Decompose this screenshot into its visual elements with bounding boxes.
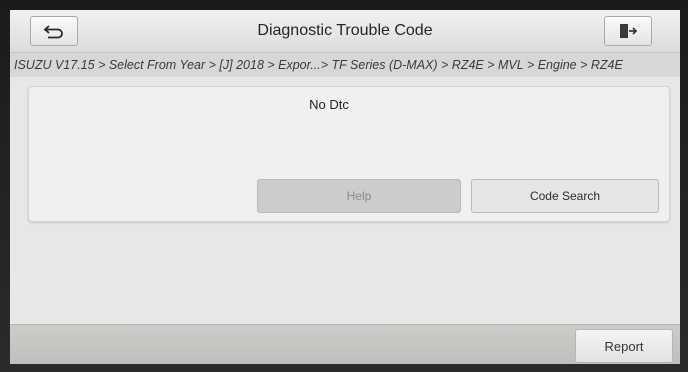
screen: Diagnostic Trouble Code ISUZU V17.15 > S… (10, 10, 680, 364)
breadcrumb: ISUZU V17.15 > Select From Year > [J] 20… (10, 53, 680, 77)
back-button[interactable] (30, 16, 78, 46)
exit-door-icon (620, 24, 638, 38)
dtc-panel: No Dtc Help Code Search (28, 86, 670, 222)
page-title: Diagnostic Trouble Code (257, 22, 433, 39)
help-button[interactable]: Help (257, 179, 461, 213)
dtc-status-message: No Dtc (309, 97, 349, 112)
report-button[interactable]: Report (575, 329, 673, 363)
bottom-bar: Report (10, 324, 680, 364)
code-search-button[interactable]: Code Search (471, 179, 659, 213)
exit-button[interactable] (604, 16, 652, 46)
back-arrow-icon (43, 25, 63, 39)
title-bar: Diagnostic Trouble Code (10, 10, 680, 53)
